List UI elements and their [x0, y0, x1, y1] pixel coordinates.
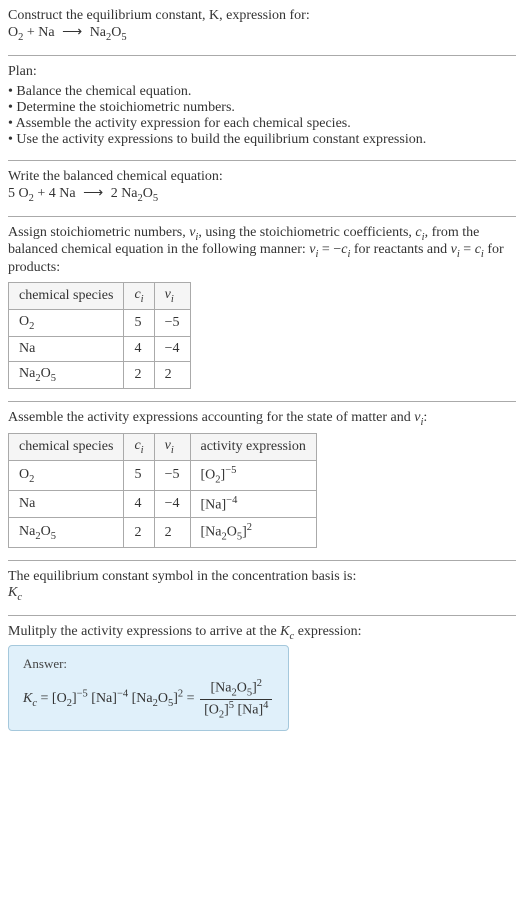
cell-activity: [O2]−5	[190, 461, 316, 490]
col-species: chemical species	[9, 283, 124, 310]
cell-species: O2	[9, 461, 124, 490]
plan-section: Plan: Balance the chemical equation. Det…	[8, 64, 516, 148]
table-row: Na 4 −4 [Na]−4	[9, 490, 317, 518]
col-ci: ci	[124, 283, 154, 310]
cell-ci: 5	[124, 461, 154, 490]
table-row: Na2O5 2 2	[9, 361, 191, 388]
kc-symbol: Kc	[8, 585, 516, 603]
col-vi: νi	[154, 434, 190, 461]
answer-label: Answer:	[23, 656, 274, 672]
stoichiometric-section: Assign stoichiometric numbers, νi, using…	[8, 225, 516, 389]
cell-vi: −5	[154, 461, 190, 490]
cell-species: O2	[9, 309, 124, 336]
plan-item: Determine the stoichiometric numbers.	[8, 100, 516, 116]
cell-vi: −5	[154, 309, 190, 336]
prompt-text: Construct the equilibrium constant, K, e…	[8, 8, 516, 24]
plan-list: Balance the chemical equation. Determine…	[8, 84, 516, 148]
cell-vi: −4	[154, 490, 190, 518]
table-header-row: chemical species ci νi	[9, 283, 191, 310]
divider	[8, 615, 516, 616]
cell-vi: −4	[154, 336, 190, 361]
table-row: Na 4 −4	[9, 336, 191, 361]
table-header-row: chemical species ci νi activity expressi…	[9, 434, 317, 461]
cell-activity: [Na]−4	[190, 490, 316, 518]
table-row: O2 5 −5	[9, 309, 191, 336]
divider	[8, 401, 516, 402]
divider	[8, 160, 516, 161]
col-vi: νi	[154, 283, 190, 310]
cell-species: Na2O5	[9, 518, 124, 547]
reaction-arrow-icon: ⟶	[83, 185, 103, 202]
fraction: [Na2O5]2[O2]5 [Na]4	[200, 678, 272, 720]
activity-intro: Assemble the activity expressions accoun…	[8, 410, 516, 428]
cell-species: Na	[9, 336, 124, 361]
plan-item: Assemble the activity expression for eac…	[8, 116, 516, 132]
symbol-intro: The equilibrium constant symbol in the c…	[8, 569, 516, 585]
table-row: Na2O5 2 2 [Na2O5]2	[9, 518, 317, 547]
col-ci: ci	[124, 434, 154, 461]
denominator: [O2]5 [Na]4	[200, 700, 272, 720]
cell-species: Na2O5	[9, 361, 124, 388]
cell-vi: 2	[154, 518, 190, 547]
kc-expression: Kc = [O2]−5 [Na]−4 [Na2O5]2 = [Na2O5]2[O…	[23, 678, 274, 720]
plan-item: Use the activity expressions to build th…	[8, 132, 516, 148]
divider	[8, 216, 516, 217]
divider	[8, 55, 516, 56]
table-row: O2 5 −5 [O2]−5	[9, 461, 317, 490]
divider	[8, 560, 516, 561]
cell-ci: 5	[124, 309, 154, 336]
prompt-label: Construct the equilibrium constant, K, e…	[8, 8, 310, 23]
cell-activity: [Na2O5]2	[190, 518, 316, 547]
cell-species: Na	[9, 490, 124, 518]
symbol-section: The equilibrium constant symbol in the c…	[8, 569, 516, 603]
cell-ci: 2	[124, 518, 154, 547]
cell-vi: 2	[154, 361, 190, 388]
multiply-section: Mulitply the activity expressions to arr…	[8, 624, 516, 732]
plan-title: Plan:	[8, 64, 516, 80]
cell-ci: 2	[124, 361, 154, 388]
cell-ci: 4	[124, 336, 154, 361]
answer-box: Answer: Kc = [O2]−5 [Na]−4 [Na2O5]2 = [N…	[8, 645, 289, 731]
plan-item: Balance the chemical equation.	[8, 84, 516, 100]
balanced-equation-section: Write the balanced chemical equation: 5 …	[8, 169, 516, 204]
col-activity: activity expression	[190, 434, 316, 461]
reaction-arrow-icon: ⟶	[62, 24, 82, 41]
problem-statement: Construct the equilibrium constant, K, e…	[8, 8, 516, 43]
cell-ci: 4	[124, 490, 154, 518]
numerator: [Na2O5]2	[200, 678, 272, 699]
activity-section: Assemble the activity expressions accoun…	[8, 410, 516, 548]
balanced-equation: 5 O2 + 4 Na ⟶ 2 Na2O5	[8, 185, 516, 204]
stoich-table: chemical species ci νi O2 5 −5 Na 4 −4 N…	[8, 282, 191, 388]
activity-table: chemical species ci νi activity expressi…	[8, 433, 317, 547]
unbalanced-equation: O2 + Na ⟶ Na2O5	[8, 24, 516, 43]
stoich-intro: Assign stoichiometric numbers, νi, using…	[8, 225, 516, 277]
multiply-intro: Mulitply the activity expressions to arr…	[8, 624, 516, 642]
balanced-intro: Write the balanced chemical equation:	[8, 169, 516, 185]
col-species: chemical species	[9, 434, 124, 461]
